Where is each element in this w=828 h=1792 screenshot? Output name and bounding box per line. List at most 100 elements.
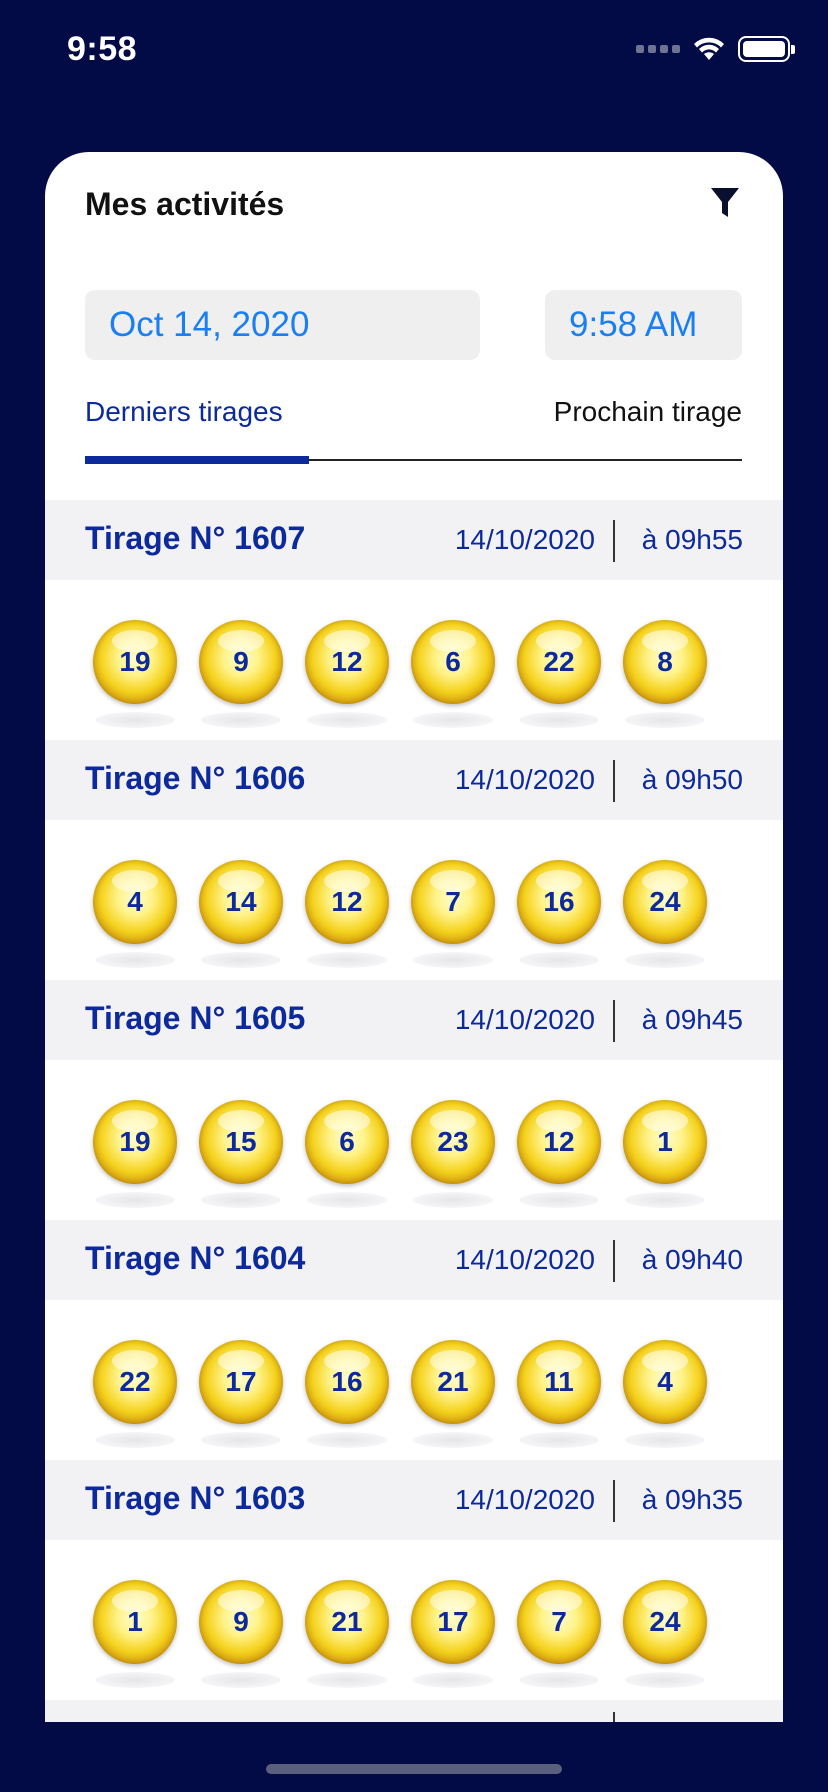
filter-icon[interactable] xyxy=(710,186,740,220)
ball-number: 23 xyxy=(437,1126,469,1157)
lottery-ball: 24 xyxy=(623,860,707,970)
draw-separator-partial xyxy=(613,1712,615,1722)
ball-number: 19 xyxy=(119,646,151,677)
draw-header: Tirage N° 1607 14/10/2020 à 09h55 xyxy=(45,500,783,580)
ball-shadow xyxy=(95,712,175,728)
draw-separator xyxy=(613,1240,615,1282)
ball-number: 9 xyxy=(233,646,249,677)
lottery-ball: 24 xyxy=(623,1580,707,1690)
ball-shadow xyxy=(307,1672,387,1688)
date-picker[interactable]: Oct 14, 2020 xyxy=(85,290,480,360)
draw-date: 14/10/2020 xyxy=(454,524,595,555)
lottery-ball: 4 xyxy=(93,860,177,970)
lottery-ball: 12 xyxy=(517,1100,601,1210)
lottery-ball: 1 xyxy=(93,1580,177,1690)
draw-title: Tirage N° 1606 xyxy=(85,760,306,796)
ball-number: 12 xyxy=(543,1126,575,1157)
ball-number: 15 xyxy=(225,1126,257,1157)
ball-number: 7 xyxy=(445,886,461,917)
ball-number: 17 xyxy=(225,1366,257,1397)
ball-number: 16 xyxy=(331,1366,363,1397)
draw-title: Tirage N° 1607 xyxy=(85,520,306,556)
ball-shadow xyxy=(413,952,493,968)
lottery-ball: 22 xyxy=(517,620,601,730)
draw-separator xyxy=(613,520,615,562)
lottery-ball: 6 xyxy=(411,620,495,730)
draw-header: Tirage N° 1603 14/10/2020 à 09h35 xyxy=(45,1460,783,1540)
ball-number: 6 xyxy=(445,646,461,677)
ball-number: 11 xyxy=(544,1366,574,1397)
screen: 9:58 Mes activités Oct 14, 2020 9:58 AM … xyxy=(0,0,828,1792)
ball-shadow xyxy=(307,712,387,728)
tab-derniers-tirages[interactable]: Derniers tirages xyxy=(85,392,283,432)
draw-date: 14/10/2020 xyxy=(454,1004,595,1035)
lottery-ball: 19 xyxy=(93,620,177,730)
lottery-ball: 19 xyxy=(93,1100,177,1210)
ball-shadow xyxy=(95,1672,175,1688)
ball-number: 8 xyxy=(657,646,673,677)
ball-row: 19 9 12 6 22 8 xyxy=(93,620,707,730)
ball-number: 19 xyxy=(119,1126,151,1157)
draw-header: Tirage N° 1604 14/10/2020 à 09h40 xyxy=(45,1220,783,1300)
draw-date: 14/10/2020 xyxy=(454,1244,595,1275)
lottery-ball: 8 xyxy=(623,620,707,730)
home-indicator[interactable] xyxy=(266,1764,562,1774)
draw-title: Tirage N° 1603 xyxy=(85,1480,306,1516)
lottery-ball: 7 xyxy=(517,1580,601,1690)
battery-icon xyxy=(738,36,795,62)
lottery-ball: 9 xyxy=(199,1580,283,1690)
ball-number: 21 xyxy=(331,1606,363,1637)
lottery-ball: 6 xyxy=(305,1100,389,1210)
ball-shadow xyxy=(201,1192,281,1208)
ball-shadow xyxy=(625,712,705,728)
ball-number: 7 xyxy=(551,1606,567,1637)
lottery-ball: 14 xyxy=(199,860,283,970)
ball-shadow xyxy=(519,1672,599,1688)
lottery-ball: 12 xyxy=(305,860,389,970)
cellular-signal-icon xyxy=(636,45,680,53)
draw-date: 14/10/2020 xyxy=(454,1484,595,1515)
ball-shadow xyxy=(625,1672,705,1688)
draw-separator xyxy=(613,760,615,802)
lottery-ball: 7 xyxy=(411,860,495,970)
ball-shadow xyxy=(95,1432,175,1448)
draw-row[interactable]: Tirage N° 1605 14/10/2020 à 09h45 19 15 xyxy=(45,980,783,1220)
lottery-ball: 9 xyxy=(199,620,283,730)
ball-shadow xyxy=(95,952,175,968)
draw-list[interactable]: Tirage N° 1607 14/10/2020 à 09h55 19 9 1… xyxy=(45,500,783,1700)
ball-shadow xyxy=(413,1432,493,1448)
status-time: 9:58 xyxy=(67,30,138,68)
lottery-ball: 23 xyxy=(411,1100,495,1210)
tab-prochain-tirage[interactable]: Prochain tirage xyxy=(554,392,742,432)
status-icons xyxy=(636,36,795,62)
lottery-ball: 21 xyxy=(305,1580,389,1690)
lottery-ball: 17 xyxy=(199,1340,283,1450)
time-picker[interactable]: 9:58 AM xyxy=(545,290,742,360)
lottery-ball: 22 xyxy=(93,1340,177,1450)
ball-number: 22 xyxy=(543,646,575,677)
ball-row: 19 15 6 23 12 1 xyxy=(93,1100,707,1210)
ball-number: 14 xyxy=(225,886,257,917)
lottery-ball: 15 xyxy=(199,1100,283,1210)
page-title: Mes activités xyxy=(85,186,285,222)
ball-shadow xyxy=(307,952,387,968)
ball-number: 24 xyxy=(649,886,681,917)
ball-shadow xyxy=(201,1672,281,1688)
draw-date: 14/10/2020 xyxy=(454,764,595,795)
ball-shadow xyxy=(413,712,493,728)
ball-shadow xyxy=(307,1192,387,1208)
lottery-ball: 1 xyxy=(623,1100,707,1210)
ball-number: 4 xyxy=(127,886,143,917)
ball-number: 12 xyxy=(331,886,363,917)
ball-shadow xyxy=(519,952,599,968)
draw-header: Tirage N° 1606 14/10/2020 à 09h50 xyxy=(45,740,783,820)
ball-shadow xyxy=(625,1192,705,1208)
ball-shadow xyxy=(201,952,281,968)
status-bar: 9:58 xyxy=(0,0,828,100)
draw-time: à 09h45 xyxy=(641,1004,743,1035)
draw-row[interactable]: Tirage N° 1603 14/10/2020 à 09h35 1 9 21… xyxy=(45,1460,783,1700)
draw-row[interactable]: Tirage N° 1607 14/10/2020 à 09h55 19 9 1… xyxy=(45,500,783,740)
draw-row[interactable]: Tirage N° 1604 14/10/2020 à 09h40 22 17 xyxy=(45,1220,783,1460)
draw-row[interactable]: Tirage N° 1606 14/10/2020 à 09h50 4 14 1… xyxy=(45,740,783,980)
lottery-ball: 21 xyxy=(411,1340,495,1450)
